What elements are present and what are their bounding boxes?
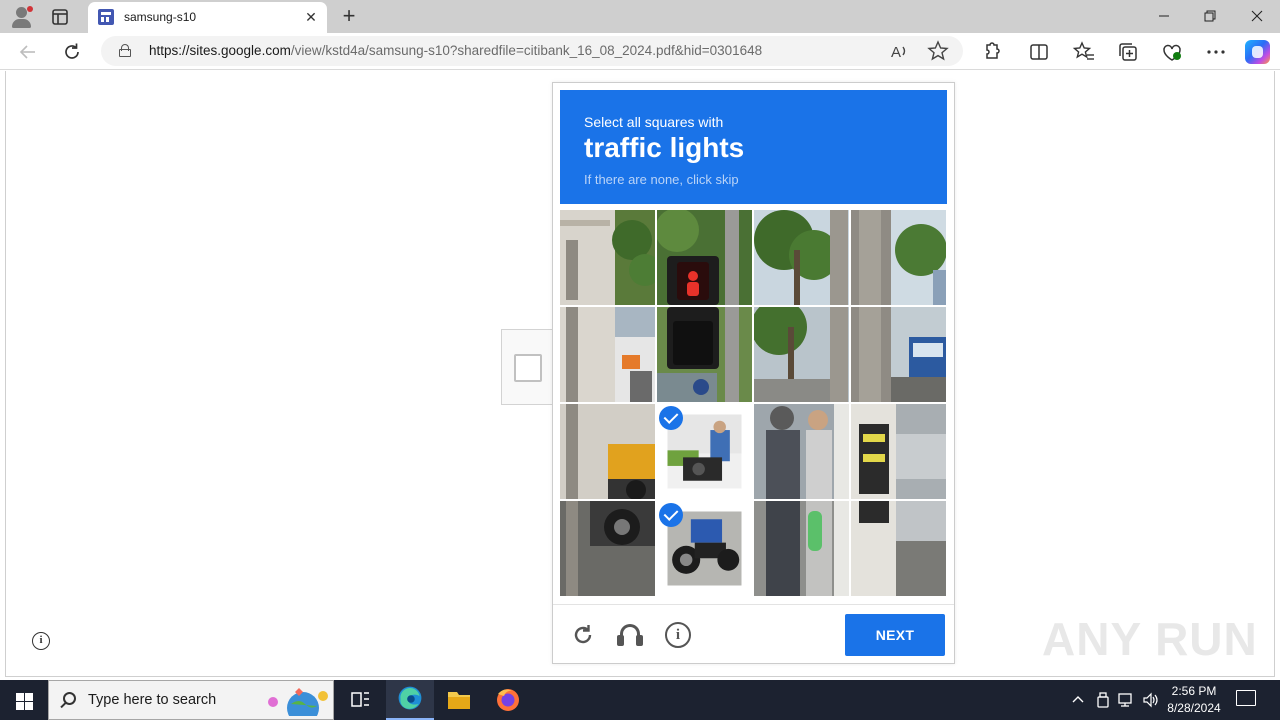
reload-challenge-icon[interactable] (570, 622, 596, 648)
challenge-target: traffic lights (584, 132, 745, 163)
grid-tile[interactable] (560, 210, 655, 305)
collections-icon[interactable] (1116, 40, 1140, 64)
refresh-icon[interactable] (60, 40, 84, 64)
read-aloud-icon[interactable]: A (887, 39, 911, 63)
usb-device-icon[interactable] (1095, 691, 1111, 709)
tab-strip: samsung-s10 ✕ + (0, 0, 1280, 33)
close-window-icon[interactable] (1234, 0, 1280, 32)
tab-title: samsung-s10 (124, 10, 197, 24)
grid-tile[interactable] (657, 307, 752, 402)
profile-avatar-icon[interactable] (8, 4, 34, 30)
active-tab[interactable]: samsung-s10 ✕ (88, 2, 327, 33)
search-icon (63, 692, 76, 705)
grid-tile[interactable] (560, 501, 655, 596)
windows-taskbar: Type here to search 2:56 PM 8/28/2024 (0, 680, 1280, 720)
grid-tile-selected[interactable] (657, 501, 752, 596)
edge-browser-icon[interactable] (386, 680, 434, 720)
search-placeholder: Type here to search (88, 692, 217, 708)
challenge-header: Select all squares with traffic lights I… (560, 90, 947, 204)
selected-checkmark-icon (659, 503, 683, 527)
browser-toolbar: https://sites.google.com/view/kstd4a/sam… (0, 33, 1280, 70)
clock-time: 2:56 PM (1171, 684, 1217, 698)
site-info-icon[interactable]: i (32, 632, 50, 650)
copilot-icon[interactable] (1245, 40, 1270, 64)
more-options-icon[interactable] (1204, 40, 1228, 64)
grid-tile[interactable] (851, 210, 946, 305)
volume-icon[interactable] (1142, 691, 1160, 709)
image-challenge-dialog: Select all squares with traffic lights I… (552, 82, 955, 664)
grid-tile[interactable] (851, 404, 946, 499)
grid-tile[interactable] (560, 307, 655, 402)
grid-tile[interactable] (851, 501, 946, 596)
browser-essentials-icon[interactable] (1160, 40, 1184, 64)
new-tab-button[interactable]: + (338, 5, 360, 27)
url-text[interactable]: https://sites.google.com/view/kstd4a/sam… (149, 43, 762, 58)
back-icon[interactable] (16, 40, 40, 64)
extensions-icon[interactable] (979, 40, 1003, 64)
selected-checkmark-icon (659, 406, 683, 430)
anyrun-watermark: ANY RUN (1042, 613, 1258, 665)
tab-actions-icon[interactable] (50, 7, 70, 27)
grid-tile[interactable] (754, 404, 849, 499)
lock-icon[interactable] (119, 44, 131, 57)
windows-start-icon[interactable] (0, 680, 48, 720)
firefox-icon[interactable] (484, 680, 532, 720)
audio-challenge-icon[interactable] (617, 622, 643, 648)
taskbar-clock[interactable]: 2:56 PM 8/28/2024 (1160, 683, 1228, 717)
minimize-icon[interactable] (1141, 0, 1187, 32)
grid-tile[interactable] (560, 404, 655, 499)
clock-date: 8/28/2024 (1167, 701, 1221, 715)
next-button[interactable]: NEXT (845, 614, 945, 656)
challenge-image-grid (560, 210, 947, 597)
show-hidden-icons-icon[interactable] (1070, 692, 1086, 708)
taskbar-search-box[interactable]: Type here to search (48, 680, 334, 720)
grid-tile[interactable] (754, 307, 849, 402)
grid-tile[interactable] (851, 307, 946, 402)
recaptcha-checkbox[interactable] (514, 354, 542, 382)
grid-tile[interactable] (754, 210, 849, 305)
favorites-icon[interactable] (1072, 40, 1096, 64)
challenge-hint: If there are none, click skip (584, 172, 739, 187)
address-bar[interactable]: https://sites.google.com/view/kstd4a/sam… (101, 36, 963, 66)
google-sites-favicon-icon (98, 9, 114, 25)
split-screen-icon[interactable] (1027, 40, 1051, 64)
favorite-star-icon[interactable] (926, 39, 950, 63)
notifications-icon[interactable] (1236, 690, 1256, 706)
file-explorer-icon[interactable] (435, 680, 483, 720)
challenge-footer: i NEXT (553, 604, 954, 664)
network-icon[interactable] (1118, 691, 1136, 709)
close-tab-icon[interactable]: ✕ (303, 9, 319, 25)
help-info-icon[interactable]: i (665, 622, 691, 648)
search-highlight-globe-icon (268, 688, 328, 716)
grid-tile[interactable] (657, 210, 752, 305)
grid-tile[interactable] (754, 501, 849, 596)
task-view-icon[interactable] (336, 680, 384, 720)
recaptcha-checkbox-widget (501, 329, 553, 405)
svg-text:A: A (891, 44, 901, 61)
restore-icon[interactable] (1187, 0, 1233, 32)
grid-tile-selected[interactable] (657, 404, 752, 499)
challenge-instruction: Select all squares with (584, 114, 724, 130)
page-content: Select all squares with traffic lights I… (5, 71, 1275, 677)
